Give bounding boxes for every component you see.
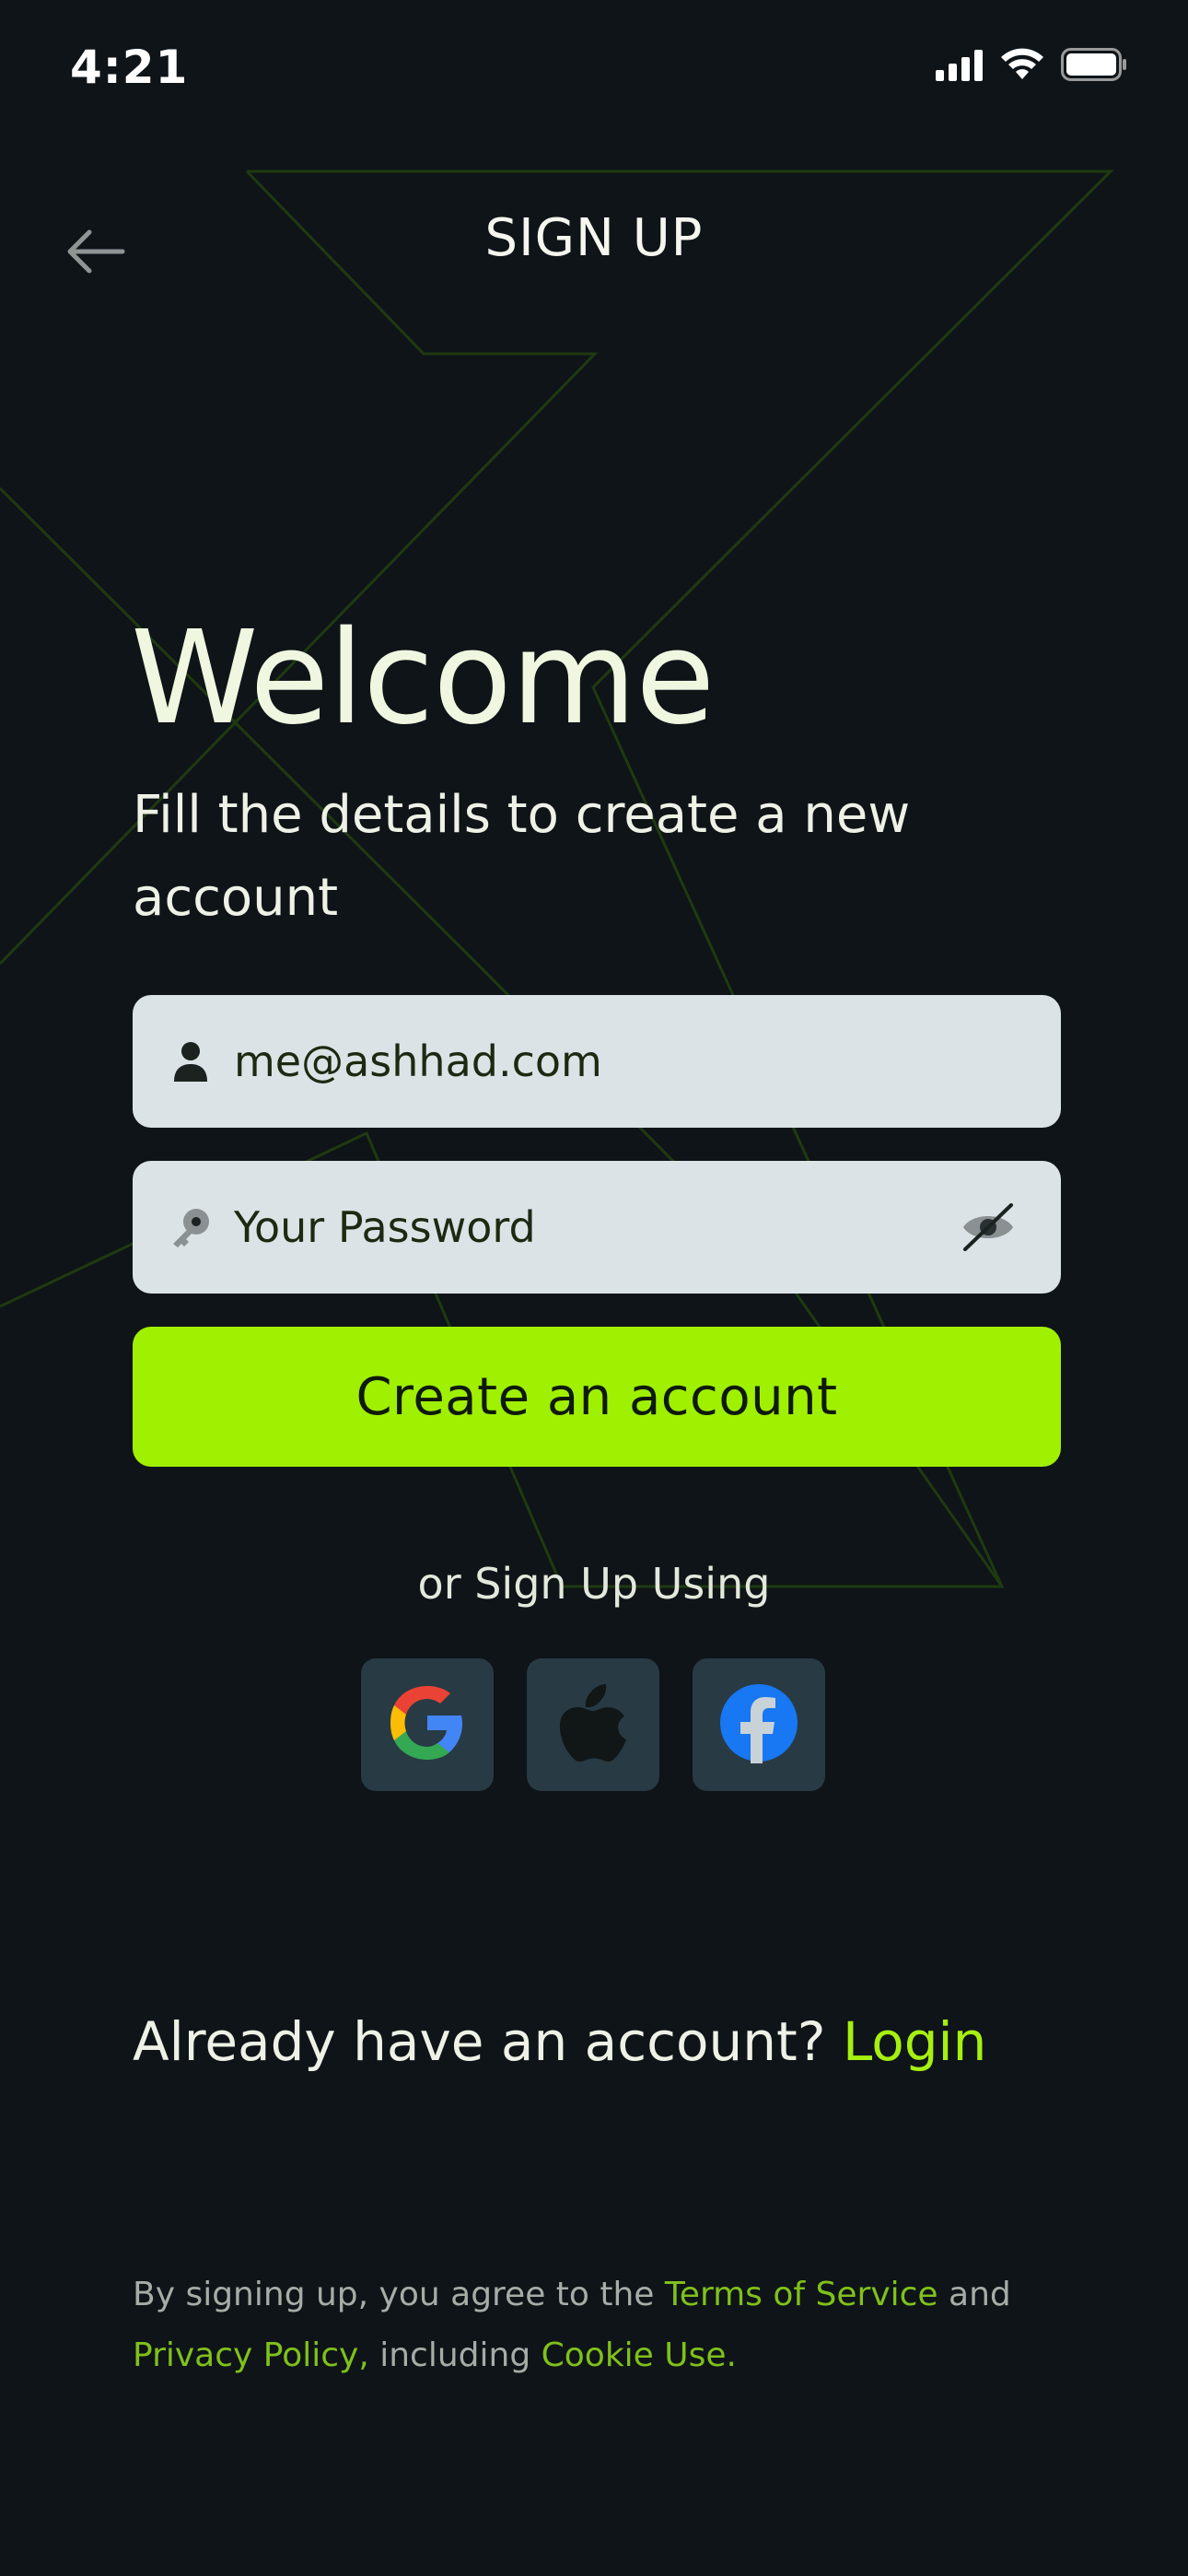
login-prompt: Already have an account? Login xyxy=(133,2010,986,2073)
email-input[interactable] xyxy=(232,994,1061,1129)
status-bar: 4:21 xyxy=(0,0,1188,138)
password-field[interactable] xyxy=(133,1160,1061,1294)
battery-icon xyxy=(1061,48,1127,85)
welcome-subheading: Fill the details to create a new account xyxy=(133,785,911,928)
google-signup-button[interactable] xyxy=(361,1658,494,1791)
password-input[interactable] xyxy=(232,1160,956,1294)
status-icons xyxy=(936,48,1127,85)
terms-notice: By signing up, you agree to the Terms of… xyxy=(133,2265,1072,2386)
apple-icon xyxy=(558,1682,628,1767)
terms-including: including xyxy=(379,2336,531,2374)
welcome-heading: Welcome xyxy=(131,603,715,754)
page-title: SIGN UP xyxy=(484,208,704,268)
login-link[interactable]: Login xyxy=(843,2010,986,2073)
create-account-button[interactable]: Create an account xyxy=(133,1327,1061,1467)
apple-signup-button[interactable] xyxy=(527,1658,659,1791)
status-time: 4:21 xyxy=(70,41,189,94)
terms-prefix: By signing up, you agree to the xyxy=(133,2276,655,2313)
user-icon xyxy=(168,1038,214,1084)
facebook-signup-button[interactable] xyxy=(693,1658,825,1791)
facebook-icon xyxy=(718,1682,799,1767)
privacy-policy-link[interactable]: Privacy Policy, xyxy=(133,2336,369,2374)
email-field[interactable] xyxy=(133,994,1061,1129)
cellular-signal-icon xyxy=(936,50,984,85)
social-buttons xyxy=(361,1658,825,1791)
google-icon xyxy=(387,1682,468,1767)
wifi-icon xyxy=(1000,48,1044,85)
key-icon xyxy=(168,1204,214,1250)
cookie-use-link[interactable]: Cookie Use. xyxy=(542,2336,737,2374)
social-divider-text: or Sign Up Using xyxy=(417,1559,771,1609)
login-prompt-text: Already have an account? xyxy=(133,2010,826,2073)
eye-off-icon[interactable] xyxy=(956,1195,1020,1259)
terms-and: and xyxy=(949,2276,1011,2313)
terms-of-service-link[interactable]: Terms of Service xyxy=(665,2276,938,2313)
